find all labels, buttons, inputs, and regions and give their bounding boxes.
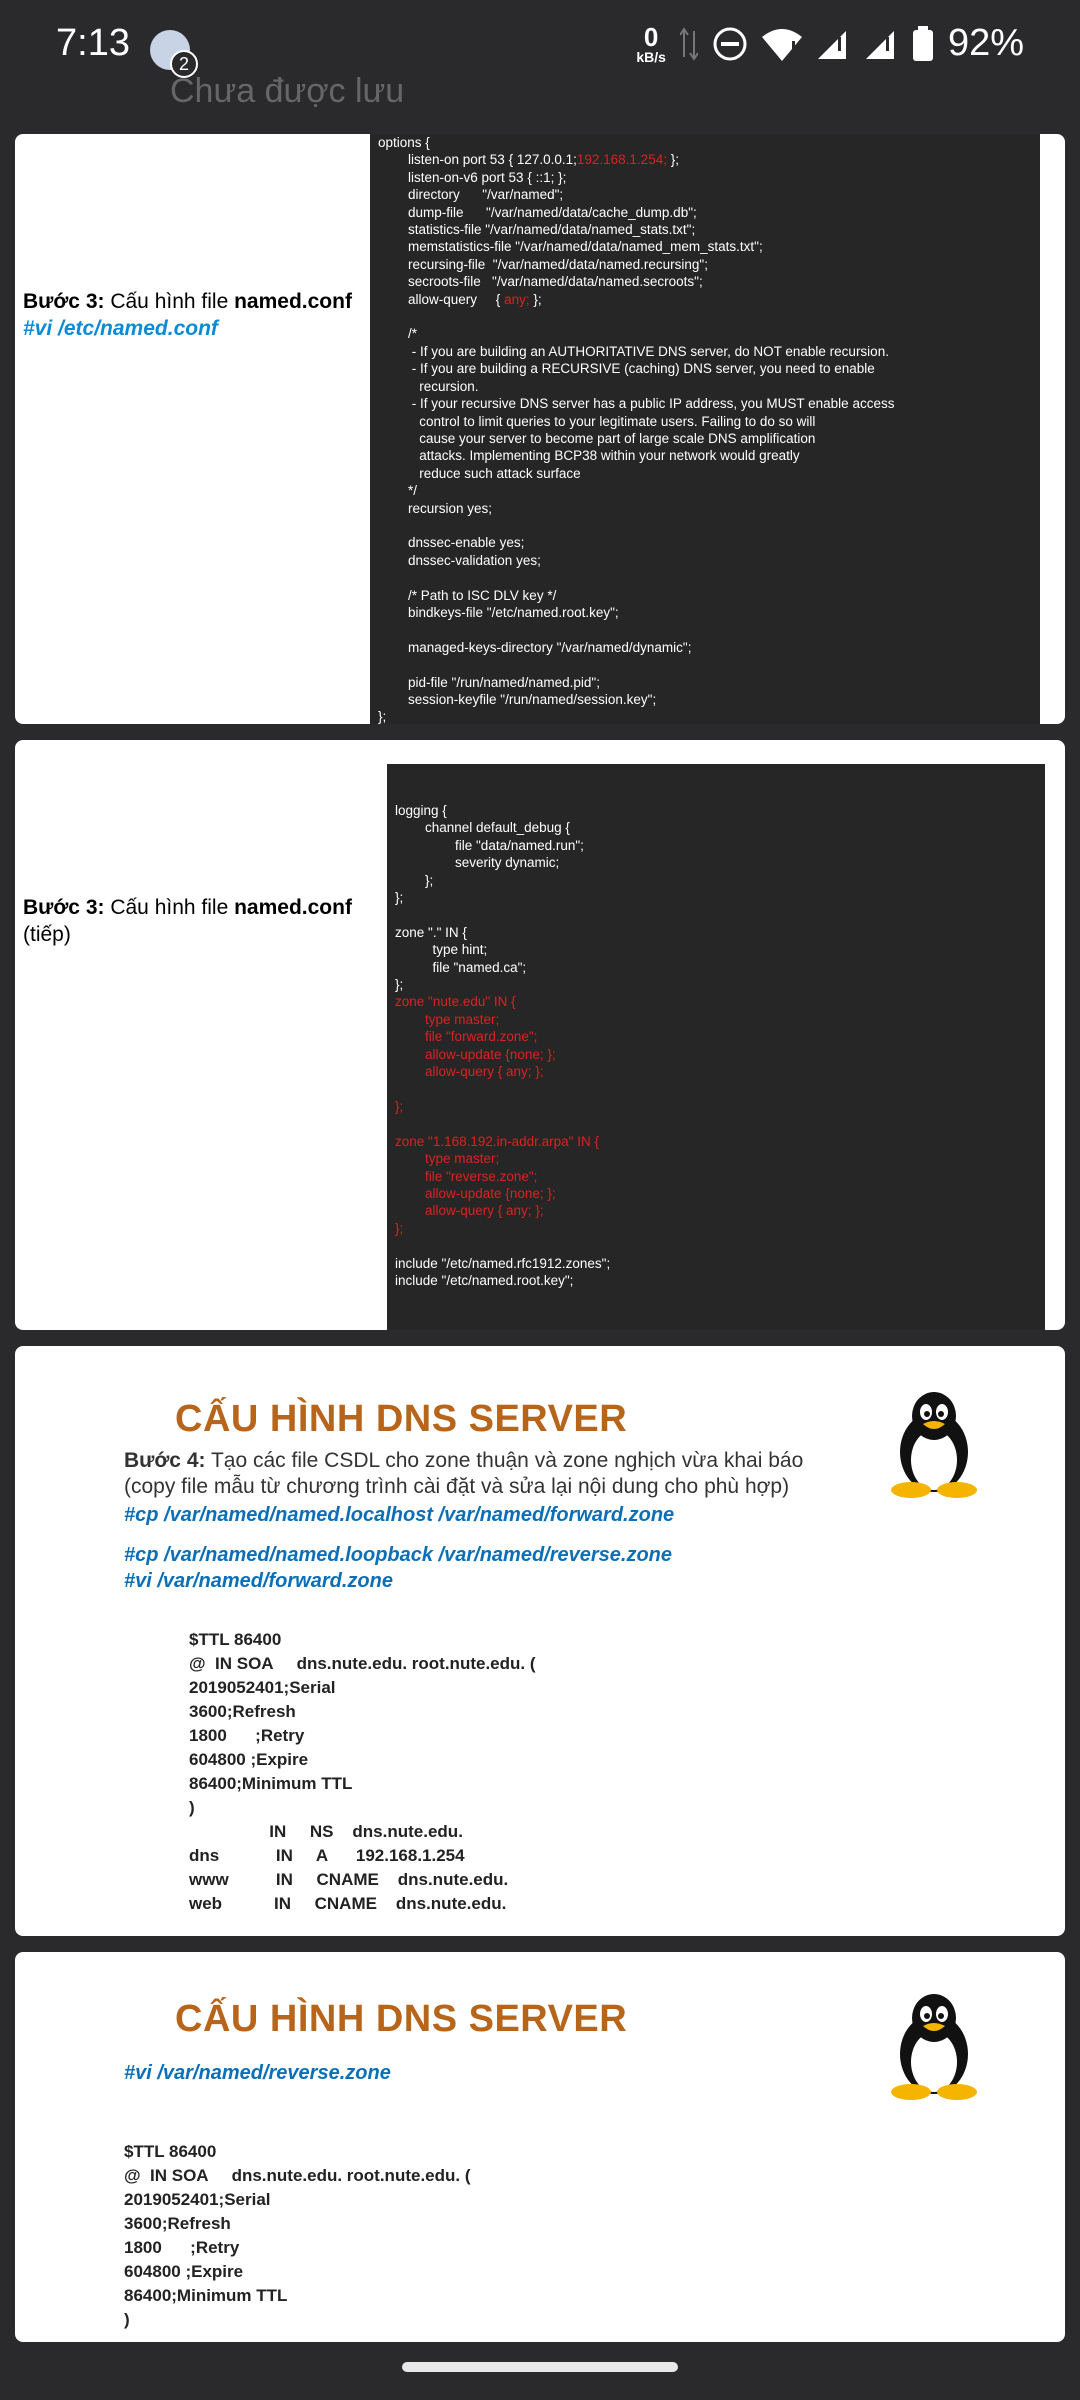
cp-loopback-command: #cp /var/named/named.loopback /var/named…	[124, 1544, 673, 1566]
vi-command: #vi /etc/named.conf	[23, 317, 218, 341]
step-number: Bước 3:	[23, 290, 105, 313]
step-description: Bước 4: Tạo các file CSDL cho zone thuận…	[124, 1448, 803, 1500]
battery-icon	[912, 25, 933, 61]
step-text: Tạo các file CSDL cho zone thuận và zone…	[205, 1449, 804, 1472]
step-note: (copy file mẫu từ chương trình cài đặt v…	[124, 1475, 790, 1498]
vi-forward-command: #vi /var/named/forward.zone	[124, 1570, 393, 1592]
signal-2-icon	[865, 30, 894, 59]
slide-dns-forward-zone: CẤU HÌNH DNS SERVER Bước 4: Tạo các file…	[15, 1346, 1065, 1936]
slide-dns-reverse-zone: CẤU HÌNH DNS SERVER #vi /var/named/rever…	[15, 1952, 1065, 2342]
code-panel: options { listen-on port 53 { 127.0.0.1;…	[370, 134, 1040, 724]
step-text: Cấu hình file	[104, 290, 235, 313]
step-text: Cấu hình file	[104, 896, 235, 919]
net-speed: 0 kB/s	[636, 24, 666, 64]
penguin-icon	[891, 1392, 977, 1498]
net-speed-value: 0	[643, 21, 659, 52]
dnd-icon	[713, 27, 747, 60]
slide-title: CẤU HÌNH DNS SERVER	[175, 1998, 628, 2040]
notification-avatar-icon: 2	[150, 30, 198, 78]
step-label: Bước 3: Cấu hình file named.conf (tiếp)	[23, 894, 352, 949]
battery-percent: 92%	[947, 22, 1024, 64]
transfer-arrows-icon	[679, 26, 698, 61]
step-file: named.conf	[234, 896, 352, 919]
document-title: Chưa được lưu	[170, 72, 405, 110]
penguin-icon	[891, 1994, 977, 2100]
step-number: Bước 4:	[124, 1449, 206, 1472]
cp-localhost-command: #cp /var/named/named.localhost /var/name…	[124, 1504, 675, 1526]
step-suffix: (tiếp)	[23, 923, 71, 947]
vi-reverse-command: #vi /var/named/reverse.zone	[124, 2062, 391, 2084]
signal-icon	[817, 30, 846, 59]
step-label: Bước 3: Cấu hình file named.conf #vi /et…	[23, 288, 352, 343]
reverse-zone-content: $TTL 86400 @ IN SOA dns.nute.edu. root.n…	[124, 2142, 471, 2329]
step-number: Bước 3:	[23, 896, 105, 919]
status-time: 7:13	[56, 22, 130, 64]
wifi-icon	[761, 28, 802, 61]
home-indicator[interactable]	[402, 2362, 678, 2372]
forward-zone-content: $TTL 86400 @ IN SOA dns.nute.edu. root.n…	[189, 1630, 536, 1913]
slide-title: CẤU HÌNH DNS SERVER	[175, 1398, 628, 1440]
slide-named-conf-continued: Bước 3: Cấu hình file named.conf (tiếp) …	[15, 740, 1065, 1330]
step-file: named.conf	[234, 290, 352, 313]
code-panel: logging { channel default_debug { file "…	[387, 764, 1045, 1330]
status-bar: 7:13 2 0 kB/s 92%	[0, 0, 1080, 100]
net-speed-unit: kB/s	[636, 48, 666, 65]
status-icons: 0 kB/s 92%	[636, 22, 1024, 65]
slide-named-conf: Bước 3: Cấu hình file named.conf #vi /et…	[15, 134, 1065, 724]
